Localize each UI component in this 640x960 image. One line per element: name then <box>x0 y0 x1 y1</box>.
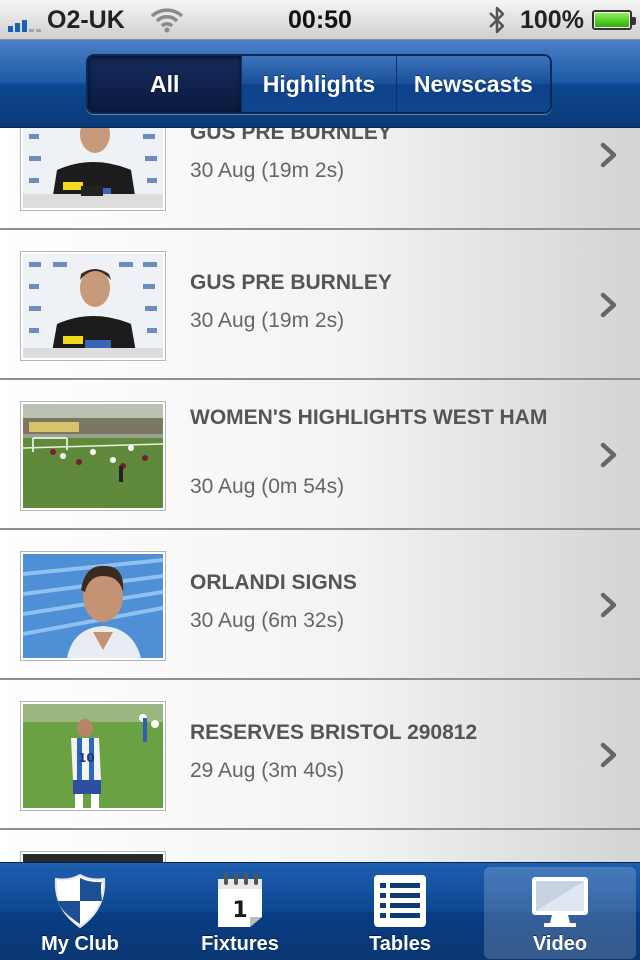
list-icon <box>374 875 426 927</box>
video-date-duration: 30 Aug (19m 2s) <box>190 159 345 182</box>
tab-tables[interactable]: Tables <box>320 863 480 960</box>
video-row[interactable]: GUS PRE BURNLEY 30 Aug (19m 2s) <box>0 128 640 230</box>
video-title: ORLANDI SIGNS <box>190 571 357 594</box>
chevron-right-icon <box>600 592 617 618</box>
video-date-duration: 29 Aug (3m 40s) <box>190 759 345 782</box>
svg-text:10: 10 <box>78 751 95 765</box>
video-thumbnail: 10 <box>20 701 166 811</box>
calendar-icon: 1 <box>218 873 262 927</box>
tab-fixtures[interactable]: 1 Fixtures <box>160 863 320 960</box>
video-title: GUS PRE BURNLEY <box>190 271 392 294</box>
chevron-right-icon <box>600 292 617 318</box>
bluetooth-icon <box>489 6 505 34</box>
segment-newscasts[interactable]: Newscasts <box>395 56 550 112</box>
video-title: WOMEN'S HIGHLIGHTS WEST HAM <box>190 406 548 429</box>
video-row[interactable]: WOMEN'S HIGHLIGHTS WEST HAM 30 Aug (0m 5… <box>0 380 640 530</box>
tab-bar: My Club 1 Fixtures Tables Video <box>0 862 640 960</box>
video-date-duration: 30 Aug (6m 32s) <box>190 609 345 632</box>
video-row[interactable] <box>0 830 640 862</box>
tab-label: Video <box>532 933 588 955</box>
video-row[interactable]: ORLANDI SIGNS 30 Aug (6m 32s) <box>0 530 640 680</box>
video-date-duration: 30 Aug (19m 2s) <box>190 309 345 332</box>
video-thumbnail <box>20 551 166 661</box>
shield-icon <box>54 873 106 929</box>
video-title: RESERVES BRISTOL 290812 <box>190 721 478 744</box>
status-bar: O2-UK 00:50 100% <box>0 0 640 40</box>
segment-all[interactable]: All <box>88 56 242 112</box>
video-thumbnail <box>20 251 166 361</box>
monitor-icon <box>532 877 588 927</box>
nav-bar: All Highlights Newscasts <box>0 40 640 128</box>
video-row[interactable]: 10 RESERVES BRISTOL 290812 29 Aug (3m 40… <box>0 680 640 830</box>
video-thumbnail <box>20 401 166 511</box>
video-list[interactable]: GUS PRE BURNLEY 30 Aug (19m 2s) GUS PRE … <box>0 128 640 862</box>
video-filter-segmented-control: All Highlights Newscasts <box>86 54 552 114</box>
tab-label: Tables <box>369 933 431 955</box>
chevron-right-icon <box>600 742 617 768</box>
battery-icon <box>592 10 636 30</box>
video-thumbnail <box>20 851 166 862</box>
tab-video[interactable]: Video <box>480 863 640 960</box>
video-title: GUS PRE BURNLEY <box>190 128 392 144</box>
chevron-right-icon <box>600 142 617 168</box>
tab-label: My Club <box>41 933 119 955</box>
chevron-right-icon <box>600 442 617 468</box>
svg-text:1: 1 <box>232 898 247 923</box>
battery-percent: 100% <box>520 6 584 34</box>
video-date-duration: 30 Aug (0m 54s) <box>190 475 345 498</box>
video-thumbnail <box>20 128 166 211</box>
tab-my-club[interactable]: My Club <box>0 863 160 960</box>
segment-highlights[interactable]: Highlights <box>241 56 396 112</box>
tab-label: Fixtures <box>201 933 279 955</box>
video-row[interactable]: GUS PRE BURNLEY 30 Aug (19m 2s) <box>0 230 640 380</box>
